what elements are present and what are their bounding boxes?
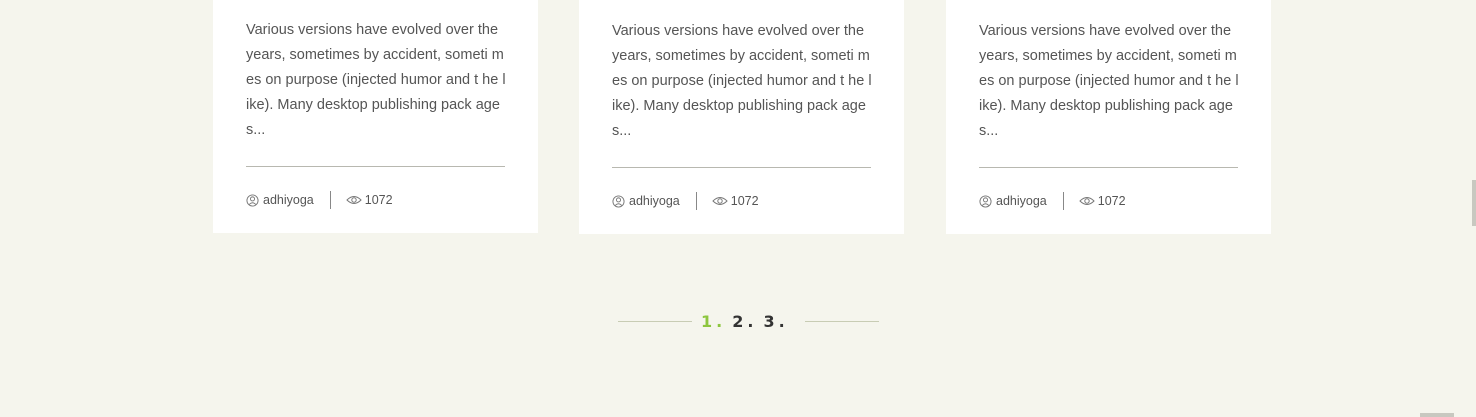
- user-icon: [612, 194, 625, 208]
- post-card[interactable]: Various versions have evolved over the y…: [213, 0, 538, 233]
- views-value: 1072: [730, 194, 759, 208]
- user-icon: [979, 194, 992, 208]
- card-divider: [246, 166, 505, 167]
- views-count: 1072: [346, 193, 393, 207]
- author-name: adhiyoga: [996, 194, 1047, 208]
- post-excerpt: Various versions have evolved over the y…: [612, 23, 872, 139]
- meta-separator: [1062, 192, 1064, 210]
- pagination-line-left: [618, 320, 692, 322]
- pagination-line-right: [804, 320, 879, 322]
- post-meta: adhiyoga 1072: [612, 191, 759, 211]
- post-meta: adhiyoga 1072: [246, 190, 393, 210]
- author-link[interactable]: adhiyoga: [246, 193, 314, 207]
- user-icon: [246, 193, 259, 207]
- meta-separator: [695, 192, 697, 210]
- views-count: 1072: [712, 194, 759, 208]
- eye-icon: [346, 196, 362, 204]
- back-to-top-button[interactable]: [1420, 413, 1454, 417]
- author-name: adhiyoga: [629, 194, 680, 208]
- pagination-pages: 1. 2. 3.: [701, 312, 795, 331]
- views-value: 1072: [1097, 194, 1126, 208]
- author-name: adhiyoga: [263, 193, 314, 207]
- post-excerpt: Various versions have evolved over the y…: [979, 23, 1239, 139]
- post-card[interactable]: Various versions have evolved over the y…: [946, 0, 1271, 234]
- views-value: 1072: [364, 193, 393, 207]
- author-link[interactable]: adhiyoga: [979, 194, 1047, 208]
- page-link-3[interactable]: 3.: [763, 312, 788, 331]
- page-link-1[interactable]: 1.: [701, 312, 726, 331]
- card-divider: [979, 167, 1238, 168]
- scrollbar-thumb[interactable]: [1472, 180, 1476, 226]
- post-meta: adhiyoga 1072: [979, 191, 1126, 211]
- pagination: 1. 2. 3.: [618, 308, 879, 334]
- meta-separator: [329, 191, 331, 209]
- post-card[interactable]: Various versions have evolved over the y…: [579, 0, 904, 234]
- eye-icon: [712, 197, 728, 205]
- card-divider: [612, 167, 871, 168]
- eye-icon: [1079, 197, 1095, 205]
- page-link-2[interactable]: 2.: [732, 312, 757, 331]
- post-excerpt: Various versions have evolved over the y…: [246, 22, 506, 138]
- views-count: 1072: [1079, 194, 1126, 208]
- author-link[interactable]: adhiyoga: [612, 194, 680, 208]
